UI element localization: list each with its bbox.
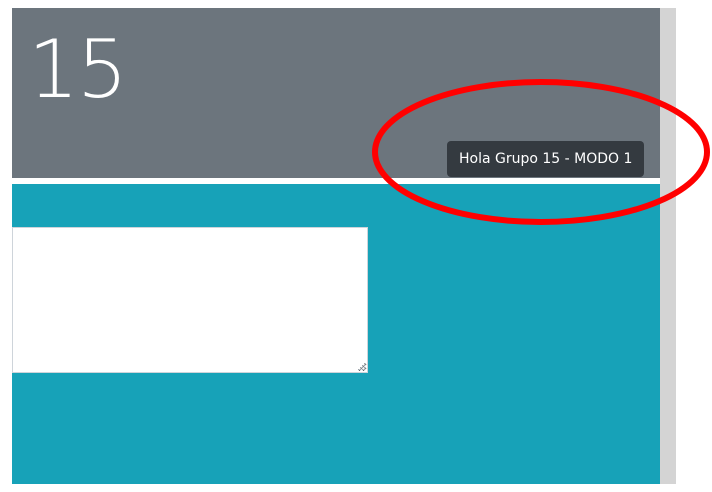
resize-grip-icon[interactable] [358,363,366,371]
bottom-strip [12,484,676,492]
header-panel: 15 Hola Grupo 15 - MODO 1 [12,8,660,178]
text-area[interactable] [12,227,368,373]
content-panel [12,184,660,484]
tooltip: Hola Grupo 15 - MODO 1 [447,141,645,177]
page: 15 Hola Grupo 15 - MODO 1 [0,0,712,492]
vertical-scrollbar[interactable] [660,8,676,484]
left-gutter [0,0,12,492]
header-number: 15 [28,23,128,116]
